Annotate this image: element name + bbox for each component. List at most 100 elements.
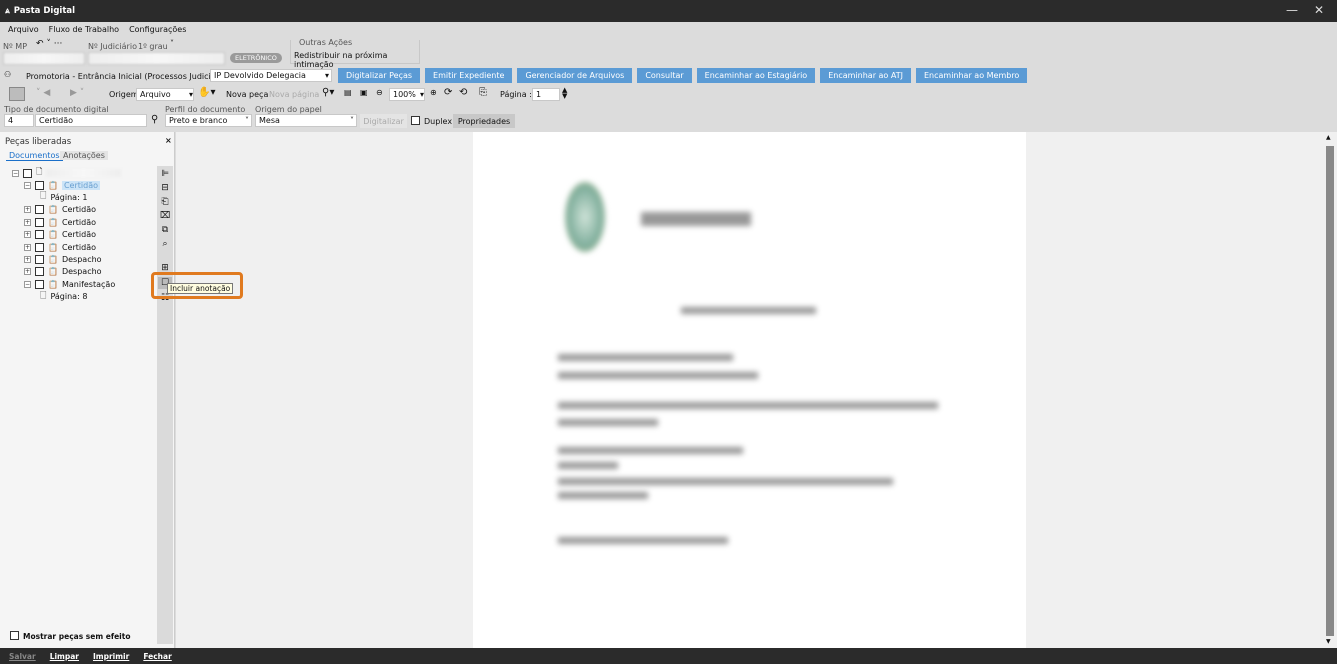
tree-root[interactable]: − 🗋 (12, 167, 122, 179)
page-stepper[interactable]: ▲ ▼ (562, 87, 567, 100)
vertical-scrollbar[interactable]: ▲ ▼ (1322, 132, 1337, 648)
search-icon[interactable]: ⚲ (151, 114, 158, 125)
search-document-icon[interactable]: ⌕ (158, 238, 172, 250)
scroll-down-icon[interactable]: ▼ (1326, 638, 1331, 645)
tipo-code-input[interactable]: 4 (4, 114, 34, 127)
hand-icon[interactable]: ✋▾ (198, 87, 215, 98)
tree-item[interactable]: + 📋 Certidão (24, 204, 96, 216)
encaminhar-atj-button[interactable]: Encaminhar ao ATJ (820, 68, 911, 83)
collapse-icon[interactable]: ⊟ (158, 182, 172, 194)
tree-item-label: Certidão (61, 180, 100, 190)
salvar-button[interactable]: Salvar (9, 652, 36, 661)
tree-item-label: Certidão (61, 205, 96, 215)
origem-value: Arquivo (140, 90, 171, 99)
close-icon[interactable]: ✕ (1314, 3, 1324, 17)
tree-item[interactable]: + 📋 Certidão (24, 216, 96, 228)
item-checkbox[interactable] (35, 180, 44, 190)
tree-item-label: Despacho (61, 254, 102, 264)
next-icon[interactable]: ▶ ˅ (70, 88, 84, 98)
tab-anotacoes[interactable]: Anotações (60, 151, 108, 160)
app-logo-icon: ⩓ (5, 6, 10, 16)
clipboard-icon: 📋 (48, 242, 58, 252)
mostrar-sem-efeito-checkbox[interactable] (10, 631, 19, 640)
tree-item[interactable]: − 📋 Certidão (24, 179, 100, 191)
menu-configuracoes[interactable]: Configurações (129, 25, 186, 34)
menu-fluxo[interactable]: Fluxo de Trabalho (49, 25, 119, 34)
encaminhar-estagiario-button[interactable]: Encaminhar ao Estagiário (696, 68, 816, 83)
delete-document-icon[interactable]: ⌧ (158, 210, 172, 222)
rotate-right-icon[interactable]: ⟳ (444, 87, 452, 98)
digitalizar-button[interactable]: Digitalizar (360, 114, 407, 128)
item-checkbox[interactable] (35, 230, 44, 240)
tree-page-item[interactable]: 🗌 Página: 8 (40, 291, 87, 303)
tree-item[interactable]: + 📋 Despacho (24, 253, 102, 265)
chevron-down-icon[interactable]: ˅ (170, 39, 174, 48)
origem-select[interactable]: Arquivo ▾ (136, 88, 194, 101)
menu-arquivo[interactable]: Arquivo (8, 25, 39, 34)
item-checkbox[interactable] (35, 254, 44, 264)
close-panel-icon[interactable]: × (165, 136, 172, 145)
consultar-button[interactable]: Consultar (637, 68, 692, 83)
page-label: Página: 1 (50, 192, 88, 202)
tree-page-item[interactable]: 🗌 Página: 1 (40, 191, 87, 203)
pagina-input[interactable]: 1 (532, 88, 560, 101)
judiciario-input[interactable] (88, 52, 225, 65)
tipo-input[interactable]: Certidão (35, 114, 147, 127)
item-checkbox[interactable] (35, 217, 44, 227)
tab-documentos[interactable]: Documentos (6, 151, 63, 161)
mp-label: Nº MP (3, 42, 28, 51)
nova-peca-button[interactable]: Nova peça (226, 90, 268, 99)
move-document-icon[interactable]: ⎗ (158, 196, 172, 208)
user-icon: ⚇ (4, 70, 12, 79)
fit-width-icon[interactable]: ▤ (344, 88, 352, 97)
item-checkbox[interactable] (35, 205, 44, 215)
rotate-left-icon[interactable]: ⟲ (459, 87, 467, 98)
minimize-icon[interactable]: — (1286, 3, 1298, 17)
zoom-select[interactable]: 100% ▾ (389, 88, 425, 101)
tree-item[interactable]: + 📋 Certidão (24, 229, 96, 241)
undo-icon[interactable]: ↶ ˅ ··· (36, 39, 62, 49)
propriedades-button[interactable]: Propriedades (453, 114, 515, 128)
item-checkbox[interactable] (35, 267, 44, 277)
gerenciador-arquivos-button[interactable]: Gerenciador de Arquivos (517, 68, 633, 83)
tree-structure-icon[interactable]: ⊫ (158, 168, 172, 180)
origem-papel-select[interactable]: Mesa ˅ (255, 114, 357, 127)
emitir-expediente-button[interactable]: Emitir Expediente (425, 68, 513, 83)
fechar-button[interactable]: Fechar (143, 652, 171, 661)
perfil-select[interactable]: Preto e branco ˅ (165, 114, 252, 127)
tree-item[interactable]: + 📋 Despacho (24, 266, 102, 278)
page-export-icon[interactable]: ⎘ (479, 87, 487, 98)
origem-label: Origem (109, 90, 139, 99)
clipboard-icon: 📋 (48, 267, 58, 277)
queue-select[interactable]: IP Devolvido Delegacia ▾ (210, 69, 332, 82)
mp-input[interactable] (3, 52, 85, 65)
page-mode-icon[interactable] (9, 87, 25, 101)
digitalizar-pecas-button[interactable]: Digitalizar Peças (338, 68, 421, 83)
zoom-out-icon[interactable]: ⊖ (376, 88, 383, 97)
imprimir-button[interactable]: Imprimir (93, 652, 129, 661)
item-checkbox[interactable] (35, 279, 44, 289)
mostrar-sem-efeito-label: Mostrar peças sem efeito (23, 632, 131, 641)
prev-icon[interactable]: ˅ ◀ (36, 88, 50, 98)
tree-item[interactable]: + 📋 Certidão (24, 241, 96, 253)
limpar-button[interactable]: Limpar (50, 652, 79, 661)
nova-pagina-button[interactable]: Nova página (269, 90, 319, 99)
bottom-bar: Salvar Limpar Imprimir Fechar (0, 648, 1337, 664)
tree-item[interactable]: − 📋 Manifestação (24, 278, 115, 290)
search-zoom-icon[interactable]: ⚲▾ (322, 87, 334, 98)
origem-papel-value: Mesa (259, 116, 280, 125)
clipboard-icon: 📋 (48, 254, 58, 264)
item-checkbox[interactable] (35, 242, 44, 252)
tree-item-label: Despacho (61, 267, 102, 277)
page-label: Página: 8 (50, 292, 88, 302)
fit-page-icon[interactable]: ▣ (360, 88, 368, 97)
duplex-checkbox[interactable] (411, 116, 420, 125)
outras-acoes-label: Outras Ações (299, 38, 353, 47)
zoom-in-icon[interactable]: ⊕ (430, 88, 437, 97)
redistribuir-link[interactable]: Redistribuir na próxima intimação (294, 51, 419, 69)
scroll-thumb[interactable] (1326, 146, 1334, 636)
copy-document-icon[interactable]: ⧉ (158, 224, 172, 236)
encaminhar-membro-button[interactable]: Encaminhar ao Membro (915, 68, 1028, 83)
scroll-up-icon[interactable]: ▲ (1326, 134, 1331, 141)
tipo-code: 4 (8, 116, 14, 125)
